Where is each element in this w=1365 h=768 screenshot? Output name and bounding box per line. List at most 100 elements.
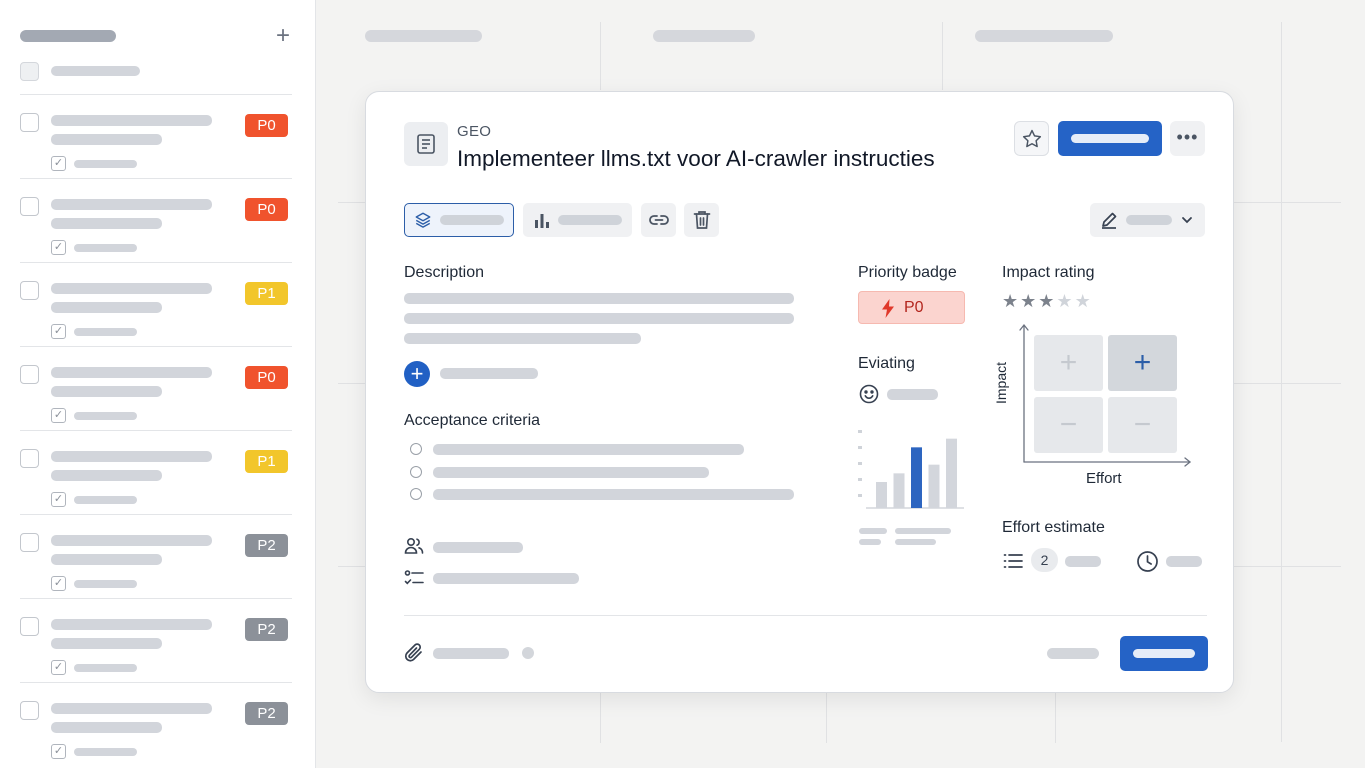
matrix-cell-high-impact-high-effort[interactable]: + (1108, 335, 1177, 391)
add-item-label-placeholder (440, 368, 538, 379)
criteria-radio[interactable] (410, 466, 422, 478)
priority-heading: Priority badge (858, 264, 957, 281)
task-list-item[interactable]: ✓ P0 (20, 178, 292, 262)
description-line-placeholder (404, 313, 794, 324)
select-all-checkbox[interactable] (20, 62, 39, 81)
favorite-button[interactable] (1014, 121, 1049, 156)
layers-tab-button[interactable] (404, 203, 514, 237)
select-all-label-placeholder (51, 66, 140, 76)
chart-legend-placeholder (859, 539, 881, 545)
task-title-placeholder (51, 703, 212, 714)
task-checkbox[interactable] (20, 533, 39, 552)
evaluating-heading: Eviating (858, 355, 915, 372)
subtask-check-icon: ✓ (51, 408, 66, 423)
rating-star-icon[interactable]: ★ (1020, 291, 1038, 311)
rating-star-icon[interactable]: ★ (1075, 291, 1093, 311)
bar-chart-icon (535, 214, 549, 228)
plus-circle-icon[interactable]: + (404, 361, 430, 387)
row-divider (338, 383, 365, 384)
list-icon (1003, 554, 1023, 568)
effort-unit-placeholder (1065, 556, 1101, 567)
matrix-cell-low-impact-low-effort[interactable]: − (1034, 397, 1103, 453)
task-checkbox[interactable] (20, 197, 39, 216)
sidebar-title-placeholder (20, 30, 116, 42)
priority-badge: P2 (245, 702, 288, 725)
task-checkbox[interactable] (20, 449, 39, 468)
rating-star-icon[interactable]: ★ (1002, 291, 1020, 311)
edit-dropdown[interactable] (1090, 203, 1205, 237)
chart-legend-placeholder (859, 528, 887, 534)
priority-badge[interactable]: P0 (858, 291, 965, 324)
task-list-item[interactable]: ✓ P0 (20, 346, 292, 430)
rating-star-icon[interactable]: ★ (1056, 291, 1074, 311)
task-title-placeholder (51, 283, 212, 294)
matrix-cell-low-impact-high-effort[interactable]: − (1108, 397, 1177, 453)
column-divider (600, 693, 601, 743)
task-subtitle-placeholder (51, 302, 162, 313)
acceptance-criteria-heading: Acceptance criteria (404, 412, 541, 429)
description-line-placeholder (404, 293, 794, 304)
column-header-placeholder (365, 30, 482, 42)
delete-button[interactable] (684, 203, 719, 237)
criteria-radio[interactable] (410, 443, 422, 455)
task-checkbox[interactable] (20, 365, 39, 384)
subtask-check-icon: ✓ (51, 240, 66, 255)
checklist-icon (404, 570, 424, 585)
subtask-label-placeholder (74, 748, 137, 756)
document-icon (404, 122, 448, 166)
subtask-check-icon: ✓ (51, 492, 66, 507)
subtasks-placeholder (433, 573, 579, 584)
mini-bar-chart (858, 430, 964, 509)
link-icon (649, 215, 669, 225)
subtask-label-placeholder (74, 580, 137, 588)
task-list-item[interactable]: ✓ P2 (20, 598, 292, 682)
users-icon (404, 537, 424, 554)
subtask-check-icon: ✓ (51, 576, 66, 591)
task-checkbox[interactable] (20, 281, 39, 300)
impact-axis-label: Impact (993, 362, 1009, 405)
rating-star-icon[interactable]: ★ (1038, 291, 1056, 311)
task-list-item[interactable]: ✓ P2 (20, 682, 292, 766)
chart-axis-tick (858, 446, 862, 449)
paperclip-icon[interactable] (404, 642, 424, 664)
subtask-check-icon: ✓ (51, 660, 66, 675)
column-header-placeholder (653, 30, 755, 42)
task-checkbox[interactable] (20, 701, 39, 720)
task-category: GEO (457, 123, 492, 140)
task-subtitle-placeholder (51, 134, 162, 145)
effort-estimate-heading: Effort estimate (1002, 519, 1105, 536)
column-divider (1055, 693, 1056, 743)
task-title: Implementeer llms.txt voor AI-crawler in… (457, 146, 935, 171)
star-icon (1022, 129, 1041, 147)
cancel-button[interactable] (1047, 648, 1099, 659)
primary-action-button[interactable] (1058, 121, 1162, 156)
chart-bar (876, 482, 887, 508)
priority-badge: P1 (245, 282, 288, 305)
chart-bar (928, 464, 940, 508)
clock-icon (1137, 551, 1158, 572)
more-horizontal-icon[interactable]: ••• (1170, 121, 1205, 156)
task-title-placeholder (51, 115, 212, 126)
priority-badge: P1 (245, 450, 288, 473)
task-list-item[interactable]: ✓ P1 (20, 262, 292, 346)
criteria-radio[interactable] (410, 488, 422, 500)
task-list-item[interactable]: ✓ P2 (20, 514, 292, 598)
task-detail-modal: GEO Implementeer llms.txt voor AI-crawle… (365, 91, 1234, 693)
criteria-line-placeholder (433, 489, 794, 500)
description-line-placeholder (404, 333, 641, 344)
task-checkbox[interactable] (20, 113, 39, 132)
chart-axis-tick (858, 430, 862, 433)
task-title-placeholder (51, 367, 212, 378)
pencil-icon (1102, 212, 1117, 229)
assignees-placeholder (433, 542, 523, 553)
task-checkbox[interactable] (20, 617, 39, 636)
link-button[interactable] (641, 203, 676, 237)
task-subtitle-placeholder (51, 218, 162, 229)
save-button[interactable] (1120, 636, 1208, 671)
matrix-cell-high-impact-low-effort[interactable]: + (1034, 335, 1103, 391)
plus-icon[interactable]: + (270, 23, 296, 49)
task-list-item[interactable]: ✓ P0 (20, 94, 292, 178)
chart-tab-button[interactable] (523, 203, 632, 237)
row-divider (338, 202, 365, 203)
task-list-item[interactable]: ✓ P1 (20, 430, 292, 514)
